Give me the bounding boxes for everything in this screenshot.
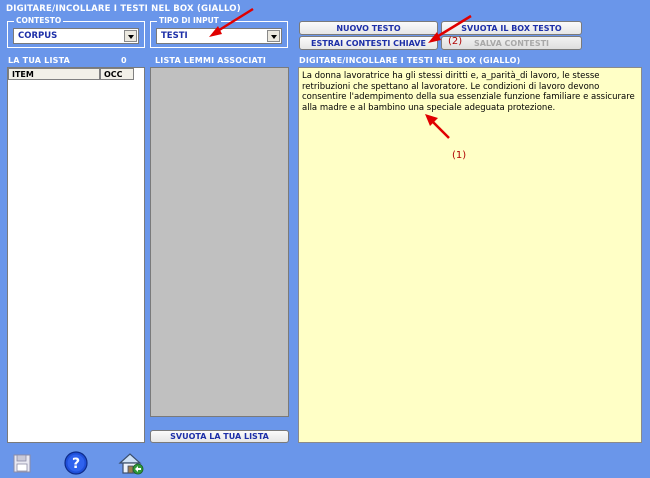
save-icon[interactable] [8,450,36,476]
annotation-label-2: (2) [448,36,463,47]
help-icon[interactable]: ? [62,450,90,476]
annotation-label-1: (1) [452,150,467,161]
svg-text:?: ? [72,456,80,472]
annotation-arrows [209,7,472,139]
home-icon[interactable] [117,450,145,476]
